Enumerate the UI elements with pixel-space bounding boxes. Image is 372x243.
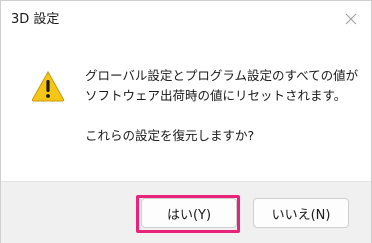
dialog-message: グローバル設定とプログラム設定のすべての値が ソフトウェア出荷時の値にリセットさ… [85,66,361,146]
message-line-1: グローバル設定とプログラム設定のすべての値が [85,68,359,83]
confirm-question: これらの設定を復元しますか? [85,128,255,143]
dialog-content: グローバル設定とプログラム設定のすべての値が ソフトウェア出荷時の値にリセットさ… [1,41,371,181]
no-button[interactable]: いいえ(N) [253,198,349,228]
button-bar: はい(Y) いいえ(N) [1,181,371,243]
reset-dialog: 3D 設定 グローバル設定とプログラム設定のすべての値が ソフトウェア出荷時の値… [0,0,372,243]
dialog-title: 3D 設定 [11,12,60,27]
message-line-2: ソフトウェア出荷時の値にリセットされます。 [85,88,347,103]
warning-icon [31,70,65,102]
yes-button[interactable]: はい(Y) [141,198,237,228]
close-button[interactable] [341,9,361,29]
title-bar: 3D 設定 [1,1,371,41]
close-icon [345,13,357,25]
